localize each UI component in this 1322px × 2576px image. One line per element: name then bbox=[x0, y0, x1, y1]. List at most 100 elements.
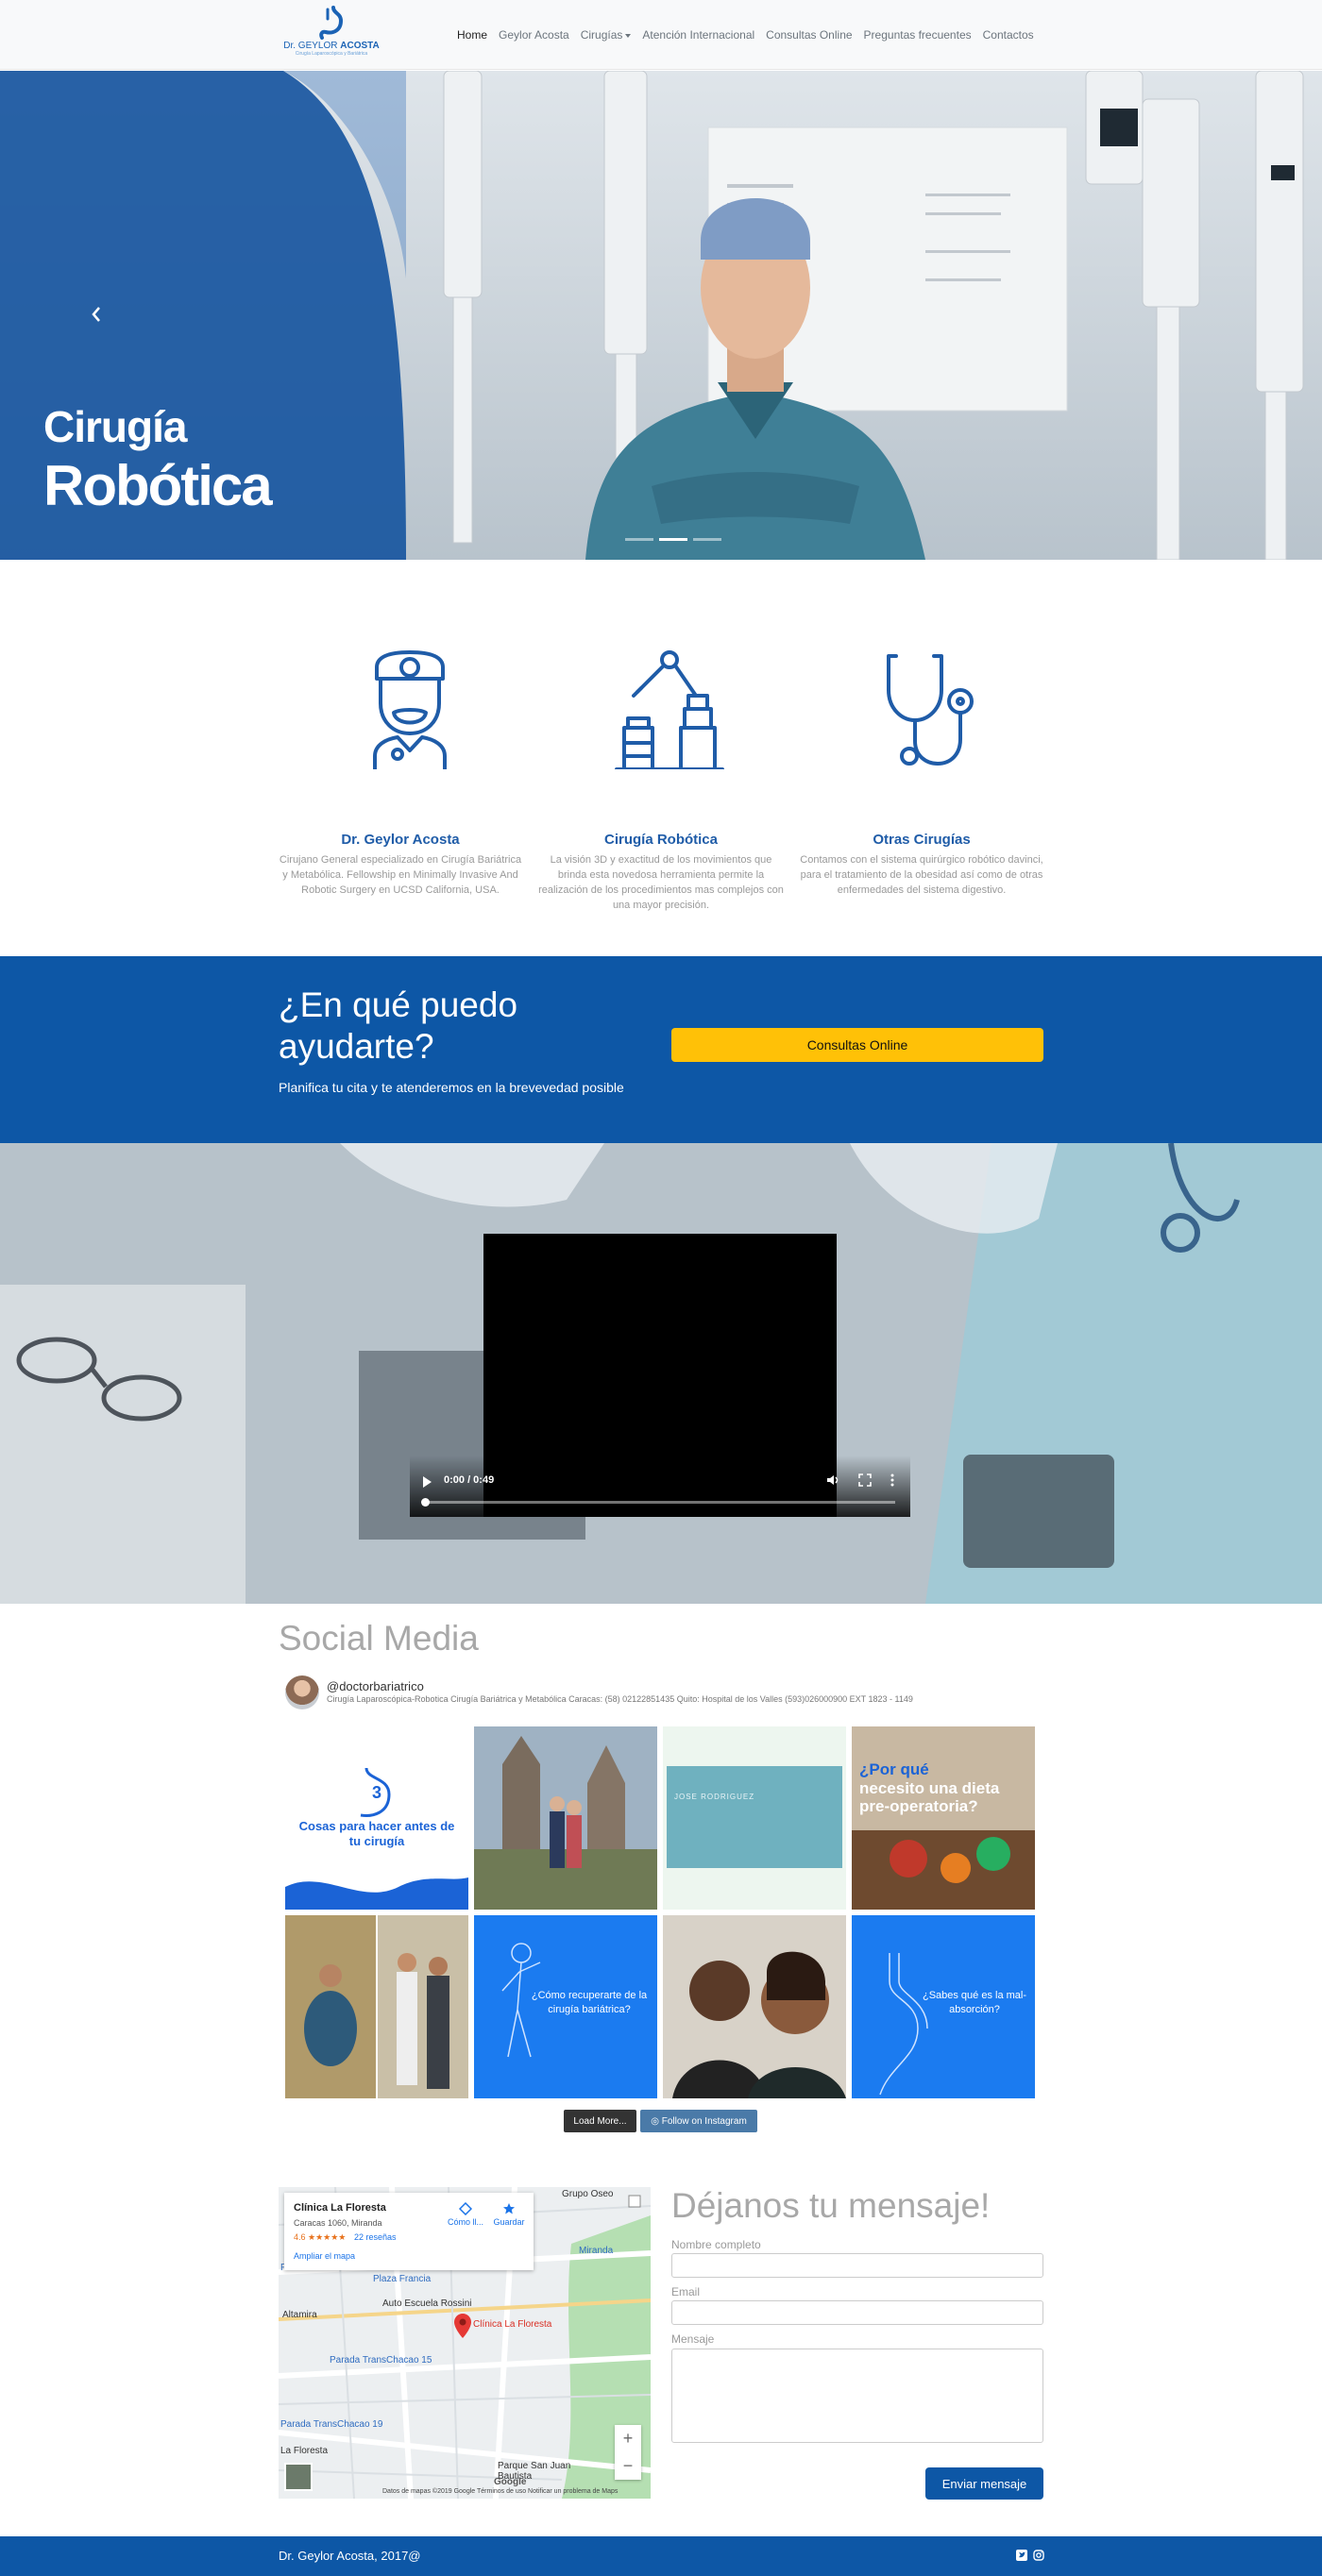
map-satellite-toggle[interactable] bbox=[284, 2463, 313, 2491]
feature-title-doctor: Dr. Geylor Acosta bbox=[341, 832, 460, 848]
logo-tagline: Cirugía Laparoscópica y Bariátrica bbox=[295, 51, 368, 57]
map-label-parada-15: Parada TransChacao 15 bbox=[330, 2355, 432, 2366]
twitter-icon[interactable] bbox=[1016, 2550, 1027, 2561]
logo-name-prefix: Dr. GEYLOR bbox=[283, 41, 338, 51]
map-place-address: Caracas 1060, Miranda bbox=[294, 2218, 382, 2228]
svg-text:3: 3 bbox=[372, 1783, 381, 1802]
more-options-icon[interactable] bbox=[890, 1473, 895, 1488]
navbar: Dr. GEYLOR ACOSTA Cirugía Laparoscópica … bbox=[0, 0, 1322, 70]
map-reviews-link[interactable]: 22 reseñas bbox=[354, 2232, 397, 2242]
stethoscope-icon bbox=[887, 654, 974, 766]
post-4-text: necesito una dieta pre-operatoria? bbox=[859, 1779, 1000, 1815]
form-title: Déjanos tu mensaje! bbox=[671, 2186, 991, 2225]
map-rating-value: 4.6 bbox=[294, 2232, 306, 2242]
carousel-indicator-1[interactable] bbox=[625, 538, 653, 541]
instagram-post-5[interactable] bbox=[285, 1915, 468, 2098]
instagram-post-8[interactable]: ¿Sabes qué es la mal-absorción? bbox=[852, 1915, 1035, 2098]
instagram-post-1[interactable]: 3 Cosas para hacer antes de tu cirugía bbox=[285, 1726, 468, 1910]
directions-icon bbox=[458, 2201, 473, 2216]
footer-copyright: Dr. Geylor Acosta, 2017@ bbox=[279, 2549, 421, 2563]
nav-link-cirugias-label: Cirugías bbox=[580, 28, 623, 42]
nav-link-atencion-internacional[interactable]: Atención Internacional bbox=[636, 28, 760, 42]
nav-link-preguntas-frecuentes[interactable]: Preguntas frecuentes bbox=[858, 28, 977, 42]
map-footer-links[interactable]: Datos de mapas ©2019 Google Términos de … bbox=[382, 2488, 618, 2495]
carousel-indicator-2[interactable] bbox=[659, 538, 687, 541]
map-place-card: Clínica La Floresta Caracas 1060, Mirand… bbox=[284, 2193, 534, 2270]
footer: Dr. Geylor Acosta, 2017@ bbox=[0, 2536, 1322, 2576]
map-zoom-out-button[interactable]: − bbox=[615, 2452, 641, 2480]
map-label-miranda: Miranda bbox=[579, 2246, 614, 2256]
message-textarea[interactable] bbox=[671, 2349, 1043, 2443]
map-place-name: Clínica La Floresta bbox=[294, 2202, 386, 2214]
google-map[interactable]: Clínica La Floresta Plaza Francia Auto E… bbox=[279, 2187, 651, 2499]
site-logo[interactable]: Dr. GEYLOR ACOSTA Cirugía Laparoscópica … bbox=[280, 6, 383, 64]
stomach-logo-icon bbox=[319, 6, 344, 40]
hero-carousel: Cirugía Robótica bbox=[0, 71, 1322, 560]
feature-text-other: Contamos con el sistema quirúrgico robót… bbox=[800, 854, 1043, 896]
post-3-panel bbox=[667, 1766, 842, 1868]
map-marker-label: Clínica La Floresta bbox=[473, 2319, 552, 2330]
map-label-parada-19: Parada TransChacao 19 bbox=[280, 2419, 383, 2430]
map-save-button[interactable]: Guardar bbox=[490, 2202, 528, 2227]
map-save-label: Guardar bbox=[493, 2217, 525, 2227]
instagram-post-6[interactable]: ¿Cómo recuperarte de la cirugía bariátri… bbox=[474, 1915, 657, 2098]
cta-subtitle: Planifica tu cita y te atenderemos en la… bbox=[279, 1080, 624, 1095]
instagram-icon[interactable] bbox=[1033, 2550, 1044, 2561]
social-media-title: Social Media bbox=[279, 1619, 479, 1658]
message-label: Mensaje bbox=[671, 2332, 715, 2346]
consultas-online-button[interactable]: Consultas Online bbox=[671, 1028, 1043, 1062]
load-more-button[interactable]: Load More... bbox=[564, 2110, 636, 2132]
hero-title-line2: Robótica bbox=[43, 454, 273, 517]
map-marker-icon bbox=[454, 2314, 471, 2338]
feature-text-doctor: Cirujano General especializado en Cirugí… bbox=[279, 854, 522, 896]
feature-title-other: Otras Cirugías bbox=[873, 832, 971, 848]
features-section: Dr. Geylor Acosta Cirujano General espec… bbox=[0, 560, 1322, 956]
nav-link-contactos[interactable]: Contactos bbox=[977, 28, 1040, 42]
instagram-icon: ◎ bbox=[651, 2115, 662, 2127]
email-label: Email bbox=[671, 2285, 701, 2298]
nav-link-geylor-acosta[interactable]: Geylor Acosta bbox=[493, 28, 575, 42]
instagram-post-2[interactable] bbox=[474, 1726, 657, 1910]
doctor-icon bbox=[373, 650, 447, 769]
video-time: 0:00 / 0:49 bbox=[444, 1474, 495, 1486]
follow-instagram-button[interactable]: ◎ Follow on Instagram bbox=[640, 2110, 757, 2132]
video-progress-bar[interactable] bbox=[423, 1501, 895, 1504]
fullscreen-icon[interactable] bbox=[857, 1473, 873, 1488]
patients-selfie-photo bbox=[663, 1915, 846, 2098]
map-enlarge-link[interactable]: Ampliar el mapa bbox=[294, 2251, 355, 2261]
map-directions-button[interactable]: Cómo ll... bbox=[447, 2201, 484, 2227]
map-zoom-in-button[interactable]: + bbox=[615, 2425, 641, 2452]
send-message-button[interactable]: Enviar mensaje bbox=[925, 2467, 1043, 2500]
instagram-grid: 3 Cosas para hacer antes de tu cirugía J… bbox=[285, 1726, 1037, 2098]
nav-link-cirugias[interactable]: Cirugías bbox=[575, 28, 637, 42]
hero-title-line1: Cirugía bbox=[43, 402, 187, 451]
instagram-avatar[interactable] bbox=[285, 1675, 319, 1709]
follow-instagram-label: Follow on Instagram bbox=[661, 2115, 747, 2127]
instagram-post-3[interactable]: JOSE RODRIGUEZ bbox=[663, 1726, 846, 1910]
play-icon[interactable] bbox=[423, 1476, 432, 1488]
chevron-left-icon bbox=[92, 307, 100, 322]
post-3-text: JOSE RODRIGUEZ bbox=[674, 1793, 755, 1801]
video-controls: 0:00 / 0:49 bbox=[410, 1456, 910, 1517]
star-icon bbox=[503, 2203, 515, 2214]
cta-section: ¿En qué puedo ayudarte? Planifica tu cit… bbox=[0, 956, 1322, 1143]
instagram-bio: Cirugía Laparoscópica-Robotica Cirugía B… bbox=[327, 1694, 913, 1704]
instagram-post-7[interactable] bbox=[663, 1915, 846, 2098]
volume-icon[interactable] bbox=[825, 1473, 840, 1488]
email-input[interactable] bbox=[671, 2300, 1043, 2325]
carousel-prev-button[interactable] bbox=[87, 301, 106, 329]
nav-link-home[interactable]: Home bbox=[451, 28, 493, 42]
carousel-indicator-3[interactable] bbox=[693, 538, 721, 541]
nav-link-consultas-online[interactable]: Consultas Online bbox=[760, 28, 857, 42]
instagram-handle[interactable]: @doctorbariatrico bbox=[327, 1679, 424, 1693]
post-6-text: ¿Cómo recuperarte de la cirugía bariátri… bbox=[531, 1990, 648, 2015]
footer-social-icons bbox=[1016, 2550, 1044, 2561]
map-label-la-floresta: La Floresta bbox=[280, 2446, 329, 2456]
instagram-post-4[interactable]: ¿Por qué necesito una dieta pre-operator… bbox=[852, 1726, 1035, 1910]
caret-down-icon bbox=[625, 33, 632, 38]
video-progress-knob[interactable] bbox=[421, 1498, 430, 1507]
fullscreen-map-icon[interactable] bbox=[628, 2195, 641, 2208]
map-label-plaza-francia: Plaza Francia bbox=[373, 2274, 432, 2284]
name-input[interactable] bbox=[671, 2253, 1043, 2278]
main-nav: Home Geylor Acosta Cirugías Atención Int… bbox=[451, 28, 1040, 42]
